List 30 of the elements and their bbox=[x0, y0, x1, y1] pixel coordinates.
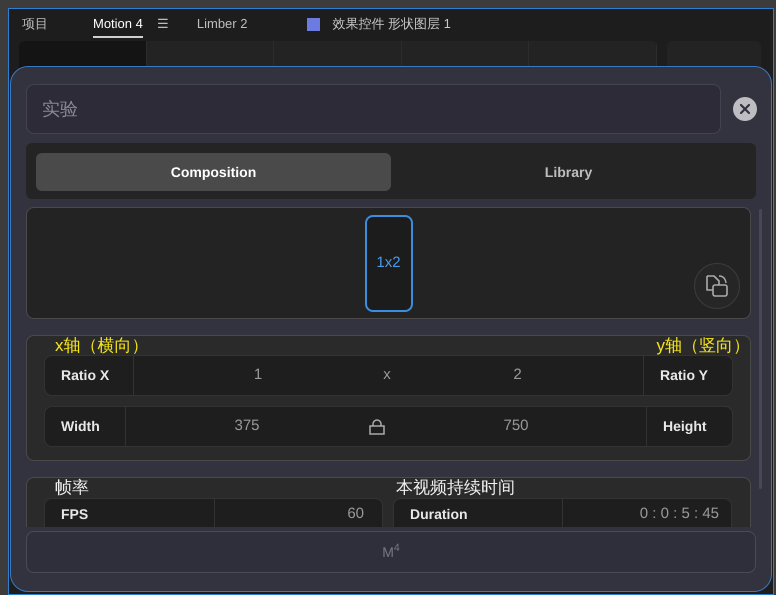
ratio-value[interactable]: 2 bbox=[392, 364, 643, 387]
field-label: Ratio X bbox=[45, 356, 134, 395]
field-label: Ratio Y bbox=[643, 356, 732, 395]
search-field[interactable]: 实验 bbox=[26, 84, 721, 134]
duration-value[interactable]: 0 : 0 : 5 : 45 bbox=[563, 499, 731, 527]
close-button[interactable] bbox=[733, 97, 757, 121]
submit-button[interactable]: M$^{4}$ bbox=[26, 531, 756, 573]
separator: x bbox=[382, 365, 392, 386]
field-label: Height bbox=[646, 407, 732, 446]
rotate-button[interactable] bbox=[694, 263, 740, 309]
rotate-icon bbox=[703, 272, 731, 300]
width-value[interactable]: 375 bbox=[126, 415, 368, 438]
menu-button[interactable]: ☰ bbox=[156, 14, 169, 34]
aspect-preview: 1x2 bbox=[364, 215, 412, 312]
annotation: y轴（竖向） bbox=[656, 337, 750, 355]
height-value[interactable]: 750 bbox=[386, 415, 646, 438]
annotation: x轴（横向） bbox=[55, 337, 148, 355]
tab[interactable]: Library bbox=[391, 153, 746, 191]
lock-icon[interactable] bbox=[368, 418, 386, 436]
annotation: 帧率 bbox=[55, 478, 90, 498]
annotation: 本视频持续时间 bbox=[396, 478, 515, 498]
fps-value[interactable]: 60 bbox=[215, 499, 382, 527]
panel-tab[interactable]: Limber 2 bbox=[196, 10, 248, 38]
ratio-value[interactable]: 1 bbox=[134, 364, 382, 387]
tab[interactable]: Composition bbox=[36, 153, 391, 191]
field-label: Width bbox=[45, 407, 126, 446]
close-icon bbox=[739, 103, 751, 115]
panel-title: 效果控件 形状图层 1 bbox=[332, 15, 451, 34]
panel-tab[interactable]: Motion 4 bbox=[93, 10, 143, 38]
panel-tab[interactable]: 项目 bbox=[22, 10, 48, 38]
